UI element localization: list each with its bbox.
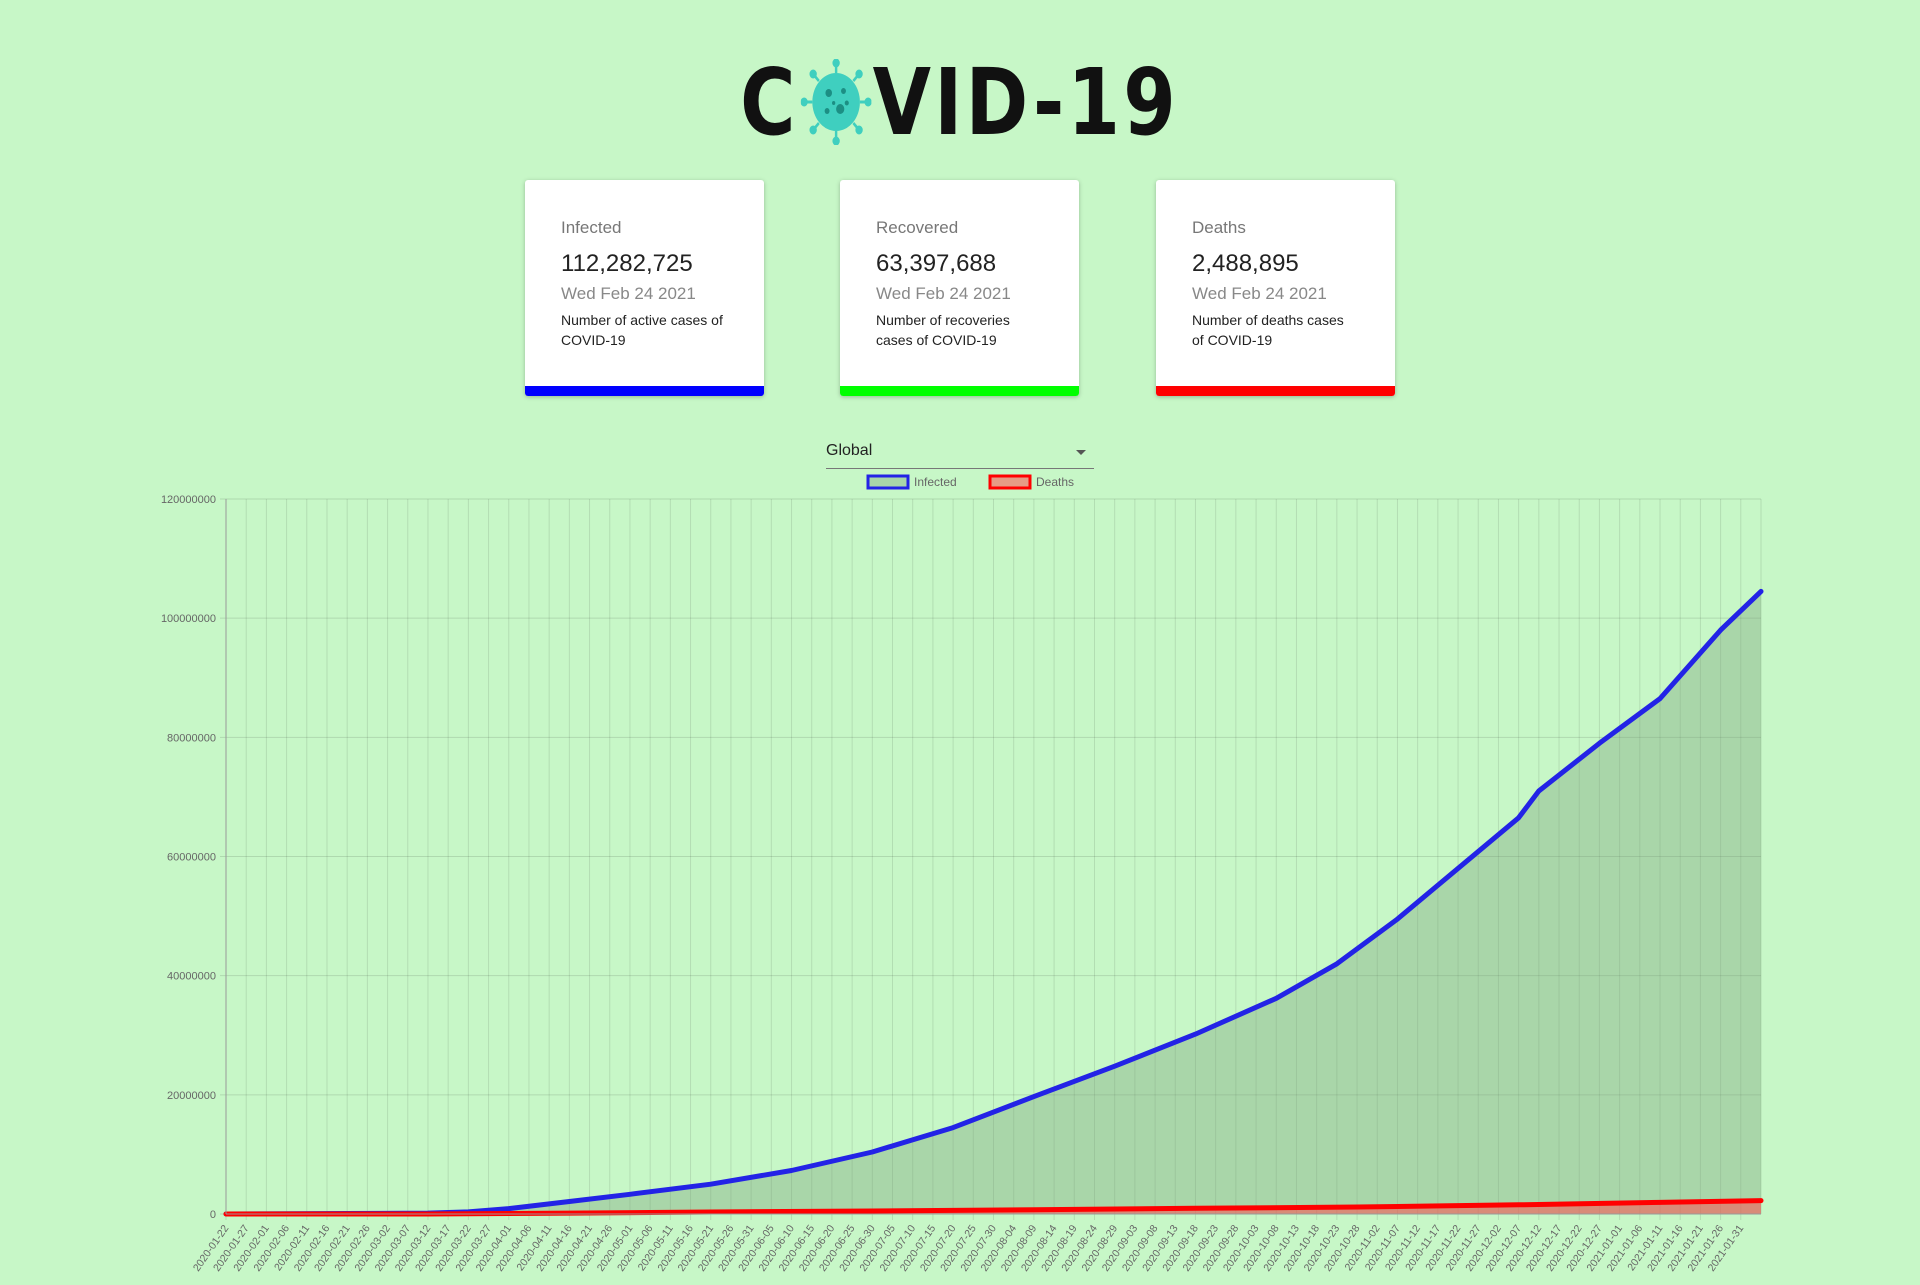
data-point bbox=[1354, 1204, 1360, 1210]
card-description: Number of recoveries cases of COVID-19 bbox=[876, 312, 1010, 348]
data-point bbox=[506, 1206, 511, 1211]
y-tick-label: 40000000 bbox=[167, 971, 216, 983]
legend-swatch-deaths bbox=[988, 474, 1032, 490]
y-tick-label: 100000000 bbox=[161, 613, 216, 625]
card-date: Wed Feb 24 2021 bbox=[561, 284, 696, 303]
card-description: Number of deaths cases of COVID-19 bbox=[1192, 312, 1344, 348]
data-point bbox=[870, 1208, 875, 1214]
legend-swatch-infected bbox=[866, 474, 910, 490]
data-point bbox=[1193, 1031, 1198, 1037]
cases-chart: 120000000 100000000 80000000 60000000 400000… bbox=[161, 474, 1764, 1274]
infected-card: Infected 112,282,725 Wed Feb 24 2021 Num… bbox=[525, 180, 764, 396]
data-point bbox=[1395, 916, 1400, 922]
data-point bbox=[1334, 961, 1340, 966]
y-tick-label: 60000000 bbox=[167, 852, 216, 864]
logo: C VID-19 bbox=[0, 49, 1920, 156]
card-title: Deaths bbox=[1192, 218, 1246, 237]
coronavirus-icon bbox=[800, 58, 872, 146]
country-select-value: Global bbox=[826, 442, 873, 459]
data-point bbox=[1516, 1202, 1521, 1207]
logo-text-right: VID-19 bbox=[873, 48, 1180, 156]
data-point bbox=[1031, 1207, 1037, 1212]
legend-label: Deaths bbox=[1036, 475, 1074, 489]
card-description: Number of active cases of COVID-19 bbox=[561, 312, 723, 348]
data-point bbox=[1112, 1064, 1117, 1069]
card-color-bar bbox=[840, 386, 1079, 396]
y-tick-label: 80000000 bbox=[167, 732, 216, 744]
data-point bbox=[1031, 1094, 1037, 1099]
y-tick-label: 20000000 bbox=[167, 1090, 216, 1102]
data-point bbox=[1758, 1198, 1764, 1203]
data-point bbox=[1193, 1206, 1198, 1211]
deaths-card: Deaths 2,488,895 Wed Feb 24 2021 Number … bbox=[1156, 180, 1395, 396]
card-value: 112,282,725 bbox=[561, 250, 693, 277]
legend-label: Infected bbox=[914, 475, 957, 489]
y-tick-label: 0 bbox=[210, 1209, 216, 1221]
data-point bbox=[1516, 815, 1521, 820]
card-value: 2,488,895 bbox=[1192, 250, 1299, 277]
data-point bbox=[789, 1168, 794, 1173]
y-axis: 120000000 100000000 80000000 60000000 400000… bbox=[161, 494, 227, 1221]
x-axis: 2020-01-222020-01-272020-02-012020-02-06… bbox=[191, 1213, 1761, 1274]
card-title: Recovered bbox=[876, 218, 959, 237]
logo-text-left: C bbox=[740, 48, 800, 156]
data-point bbox=[950, 1125, 956, 1130]
data-point bbox=[1274, 996, 1279, 1001]
data-point bbox=[1455, 866, 1461, 871]
data-point bbox=[567, 1199, 572, 1204]
card-color-bar bbox=[525, 386, 764, 396]
data-point bbox=[1536, 788, 1542, 794]
y-tick-label: 120000000 bbox=[161, 494, 216, 506]
card-value: 63,397,688 bbox=[876, 250, 997, 277]
data-point bbox=[627, 1192, 633, 1197]
data-point bbox=[1718, 627, 1723, 633]
data-point bbox=[567, 1210, 572, 1216]
country-select[interactable]: Global bbox=[826, 440, 1094, 469]
card-color-bar bbox=[1156, 386, 1395, 396]
recovered-card: Recovered 63,397,688 Wed Feb 24 2021 Num… bbox=[840, 180, 1079, 396]
data-point bbox=[708, 1182, 713, 1187]
card-date: Wed Feb 24 2021 bbox=[1192, 284, 1327, 303]
data-point bbox=[1758, 589, 1764, 594]
dropdown-arrow-icon bbox=[1076, 450, 1086, 455]
data-point bbox=[1597, 741, 1602, 746]
data-point bbox=[1657, 1200, 1663, 1205]
chart-legend: Infected Deaths bbox=[866, 474, 1074, 490]
card-title: Infected bbox=[561, 218, 622, 237]
data-point bbox=[1657, 696, 1663, 701]
card-date: Wed Feb 24 2021 bbox=[876, 284, 1011, 303]
data-point bbox=[870, 1149, 875, 1155]
